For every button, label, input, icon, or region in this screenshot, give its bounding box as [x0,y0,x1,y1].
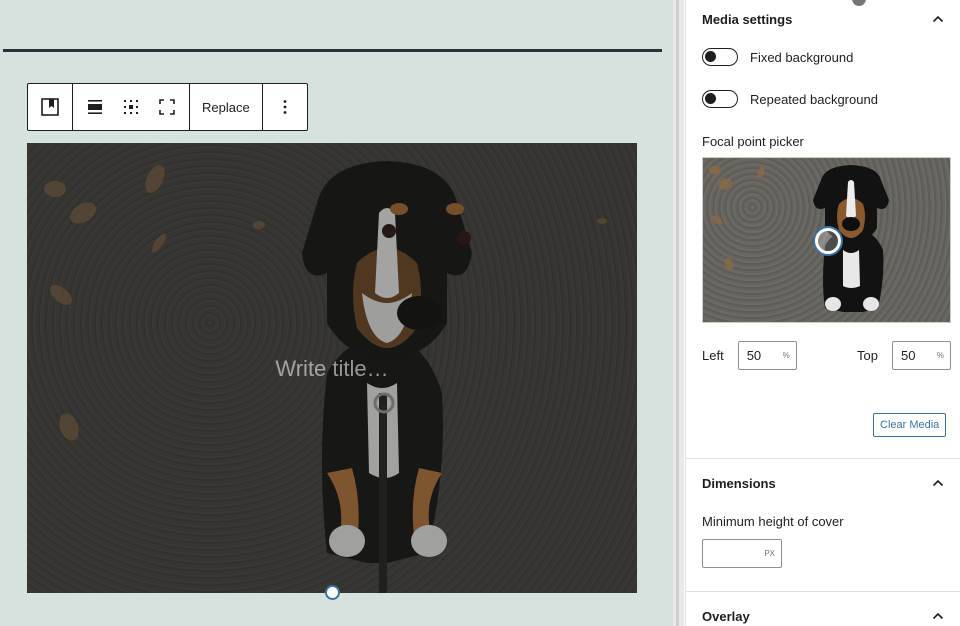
full-height-button[interactable] [149,89,185,125]
settings-sidebar: Media settings Fixed background Repeated… [685,0,960,626]
fullscreen-icon [159,99,175,115]
cover-title-placeholder[interactable]: Write title… [27,356,637,382]
focal-point-picker[interactable] [702,157,951,323]
chevron-up-icon[interactable] [931,609,945,623]
focal-point-label: Focal point picker [702,134,804,149]
media-settings-panel-header[interactable]: Media settings [686,0,960,38]
focal-left-unit: % [782,351,790,360]
min-height-label: Minimum height of cover [702,514,844,529]
cover-resize-handle[interactable] [325,585,340,600]
align-wide-icon [88,100,102,114]
overlay-title: Overlay [702,608,750,624]
more-options-button[interactable] [267,89,303,125]
replace-button[interactable]: Replace [194,89,258,125]
panel-divider [686,458,960,459]
focal-top-row: Top 50 % [857,341,951,370]
clear-media-button[interactable]: Clear Media [873,413,947,437]
min-height-unit: PX [764,549,775,558]
focal-top-value: 50 [900,348,916,363]
focal-left-row: Left 50 % [702,341,797,370]
toolbar-group-replace: Replace [190,84,263,130]
fixed-background-toggle[interactable] [702,48,738,66]
cover-block-type-button[interactable] [32,89,68,125]
scrollbar-thumb[interactable] [676,0,679,626]
focal-point-handle[interactable] [815,228,841,254]
toolbar-group-more [263,84,307,130]
position-grid-icon [124,100,138,114]
media-settings-title: Media settings [702,11,793,27]
min-height-input[interactable]: PX [702,539,782,568]
dimensions-panel-header[interactable]: Dimensions [686,464,960,502]
content-position-button[interactable] [113,89,149,125]
chevron-up-icon[interactable] [931,476,945,490]
focal-left-label: Left [702,348,724,363]
repeated-background-label: Repeated background [750,91,878,107]
fixed-background-row: Fixed background [702,48,853,66]
focal-left-input[interactable]: 50 % [737,341,797,370]
toolbar-group-block-type [28,84,73,130]
fixed-background-label: Fixed background [750,49,854,65]
align-button[interactable] [77,89,113,125]
repeated-background-toggle[interactable] [702,90,738,108]
dimensions-title: Dimensions [702,475,776,491]
toolbar-group-layout [73,84,190,130]
panel-divider [686,591,960,592]
focal-left-value: 50 [746,348,762,363]
block-toolbar: Replace [27,83,308,131]
focal-top-unit: % [936,351,944,360]
focal-top-label: Top [857,348,878,363]
repeated-background-row: Repeated background [702,90,878,108]
separator-block[interactable] [3,49,662,52]
more-vertical-icon [283,100,287,114]
cover-icon [41,98,59,116]
overlay-panel-header[interactable]: Overlay [686,597,960,626]
editor-canvas: Replace Write title… [0,0,672,626]
focal-top-input[interactable]: 50 % [891,341,951,370]
chevron-up-icon[interactable] [931,12,945,26]
cover-block[interactable]: Write title… [27,143,637,593]
